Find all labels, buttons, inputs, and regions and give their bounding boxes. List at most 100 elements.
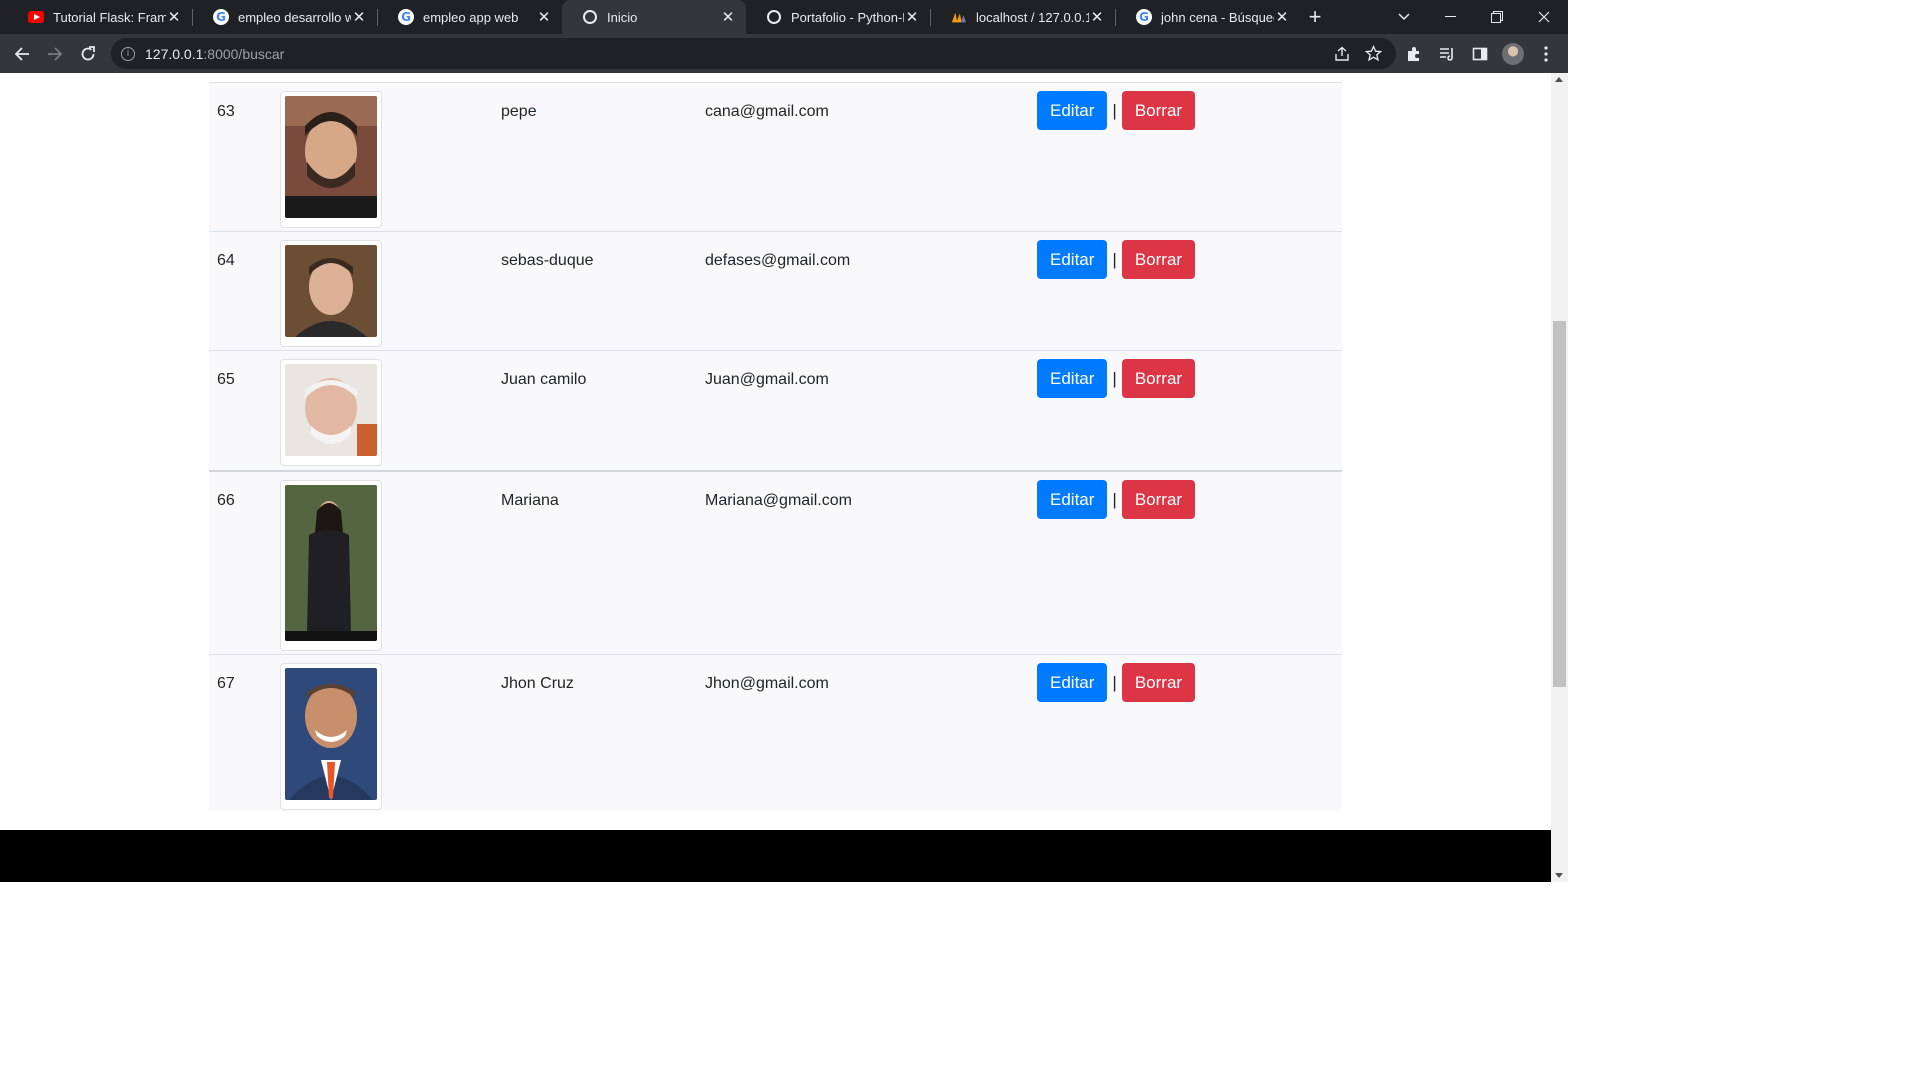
page-footer <box>0 830 1551 882</box>
tab-tutorial-flask[interactable]: Tutorial Flask: Framew ✕ <box>8 0 192 34</box>
user-email: Juan@gmail.com <box>705 371 829 388</box>
edit-button[interactable]: Editar <box>1037 359 1108 398</box>
minimize-button[interactable] <box>1427 0 1473 34</box>
user-photo <box>280 91 382 228</box>
google-icon: G <box>1136 9 1152 25</box>
table-row: 67 Jhon Cruz Jhon@gmail.com Editar | Bor… <box>209 654 1342 811</box>
close-icon[interactable]: ✕ <box>351 9 367 26</box>
globe-icon <box>766 9 782 25</box>
arrow-left-icon <box>14 47 29 61</box>
menu-button[interactable] <box>1531 39 1561 69</box>
user-name: sebas-duque <box>501 252 594 269</box>
row-id: 65 <box>217 371 235 388</box>
tab-title: Portafolio - Python-Fl <box>791 9 904 25</box>
scroll-up-icon[interactable] <box>1555 77 1563 82</box>
row-actions: Editar | Borrar <box>1037 91 1196 130</box>
row-id: 64 <box>217 252 235 269</box>
back-button[interactable] <box>7 39 37 69</box>
bookmark-star-icon[interactable] <box>1364 44 1383 67</box>
user-email: Mariana@gmail.com <box>705 492 852 509</box>
side-panel-icon <box>1472 47 1488 61</box>
separator: | <box>1112 100 1117 120</box>
row-actions: Editar | Borrar <box>1037 663 1196 702</box>
tab-title: Tutorial Flask: Framew <box>53 9 166 25</box>
close-icon[interactable]: ✕ <box>904 9 920 26</box>
table-row: 64 sebas-duque defases@gmail.com Editar … <box>209 231 1342 351</box>
restore-icon <box>1491 11 1503 23</box>
site-info-icon[interactable]: i <box>121 46 135 61</box>
user-name: Mariana <box>501 492 559 509</box>
tab-portafolio[interactable]: Portafolio - Python-Fl ✕ <box>746 0 930 34</box>
user-email: defases@gmail.com <box>705 252 851 269</box>
forward-button[interactable] <box>40 39 70 69</box>
user-photo <box>280 359 382 466</box>
row-id: 67 <box>217 675 235 692</box>
close-icon[interactable]: ✕ <box>720 9 736 26</box>
page-content: 63 pepe cana@gmail.com Editar | Borrar 6… <box>0 73 1551 882</box>
user-email: cana@gmail.com <box>705 103 829 120</box>
more-vertical-icon <box>1544 46 1548 62</box>
puzzle-icon <box>1408 47 1419 61</box>
reload-button[interactable] <box>73 39 103 69</box>
edit-button[interactable]: Editar <box>1037 663 1108 702</box>
user-name: Juan camilo <box>501 371 587 388</box>
user-photo <box>280 663 382 810</box>
delete-button[interactable]: Borrar <box>1121 240 1196 279</box>
extensions-button[interactable] <box>1399 39 1429 69</box>
tab-title: localhost / 127.0.0.1 / <box>976 9 1089 25</box>
edit-button[interactable]: Editar <box>1037 240 1108 279</box>
delete-button[interactable]: Borrar <box>1121 91 1196 130</box>
separator: | <box>1112 489 1117 509</box>
row-actions: Editar | Borrar <box>1037 480 1196 519</box>
minimize-icon <box>1444 16 1456 17</box>
address-bar[interactable]: i 127.0.0.1:8000/buscar <box>111 38 1396 69</box>
tab-strip: Tutorial Flask: Framew ✕ G empleo desarr… <box>0 0 1568 34</box>
tab-title: empleo app web <box>423 9 519 25</box>
delete-button[interactable]: Borrar <box>1121 663 1196 702</box>
google-icon: G <box>213 9 229 25</box>
edit-button[interactable]: Editar <box>1037 480 1108 519</box>
vertical-scrollbar[interactable] <box>1551 73 1568 882</box>
separator: | <box>1112 249 1117 269</box>
table-row: 66 Mariana Mariana@gmail.com Editar | Bo… <box>209 470 1342 655</box>
share-icon[interactable] <box>1334 46 1350 67</box>
globe-icon <box>582 9 598 25</box>
profile-button[interactable] <box>1498 39 1528 69</box>
tab-empleo-desarrollo[interactable]: G empleo desarrollo we ✕ <box>193 0 377 34</box>
tab-john-cena-search[interactable]: G john cena - Búsqueda ✕ <box>1116 0 1300 34</box>
close-icon[interactable]: ✕ <box>1274 9 1290 26</box>
new-tab-button[interactable]: + <box>1293 0 1337 34</box>
close-window-button[interactable] <box>1521 0 1567 34</box>
reading-list-button[interactable] <box>1432 39 1462 69</box>
table-row: 63 pepe cana@gmail.com Editar | Borrar <box>209 82 1342 231</box>
chevron-down-icon <box>1398 13 1410 21</box>
tab-phpmyadmin[interactable]: localhost / 127.0.0.1 / ✕ <box>931 0 1115 34</box>
close-icon[interactable]: ✕ <box>536 9 552 26</box>
media-queue-icon <box>1440 48 1453 61</box>
tab-inicio[interactable]: Inicio ✕ <box>562 0 746 34</box>
tab-title: Inicio <box>607 9 638 25</box>
tab-search-button[interactable] <box>1381 0 1427 34</box>
close-icon[interactable]: ✕ <box>166 9 182 26</box>
tab-empleo-app-web[interactable]: G empleo app web ✕ <box>378 0 562 34</box>
side-panel-button[interactable] <box>1465 39 1495 69</box>
delete-button[interactable]: Borrar <box>1121 359 1196 398</box>
scroll-down-icon[interactable] <box>1555 873 1563 878</box>
avatar <box>1502 43 1524 65</box>
scrollbar-thumb[interactable] <box>1553 321 1566 687</box>
tab-title: empleo desarrollo we <box>238 9 351 25</box>
user-photo <box>280 240 382 347</box>
user-name: pepe <box>501 103 537 120</box>
separator: | <box>1112 672 1117 692</box>
browser-toolbar: i 127.0.0.1:8000/buscar <box>0 34 1568 73</box>
delete-button[interactable]: Borrar <box>1121 480 1196 519</box>
edit-button[interactable]: Editar <box>1037 91 1108 130</box>
close-icon <box>1538 11 1550 23</box>
reload-icon <box>81 46 95 61</box>
restore-button[interactable] <box>1474 0 1520 34</box>
tab-title: john cena - Búsqueda <box>1161 9 1274 25</box>
arrow-right-icon <box>48 47 63 61</box>
row-id: 63 <box>217 103 235 120</box>
close-icon[interactable]: ✕ <box>1089 9 1105 26</box>
separator: | <box>1112 368 1117 388</box>
